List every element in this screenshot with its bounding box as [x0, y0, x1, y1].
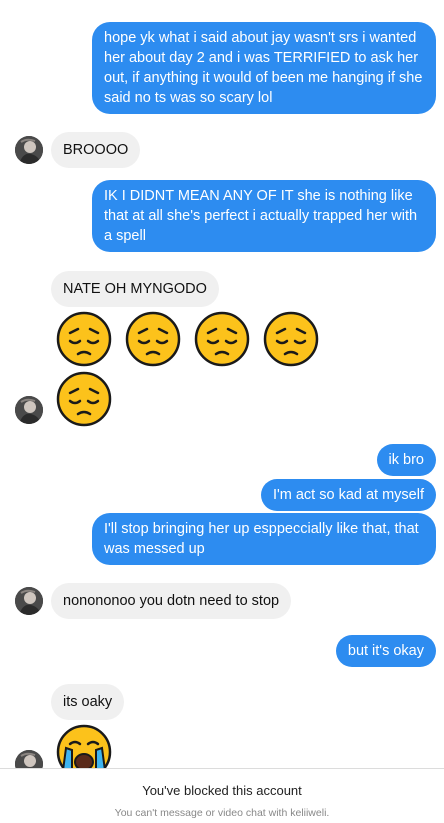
message-text: BROOOO: [63, 142, 129, 158]
pensive-face-emoji: [263, 311, 319, 367]
message-text: nonononoo you dotn need to stop: [63, 593, 280, 609]
pensive-face-emoji: [56, 371, 112, 427]
message-bubble-incoming[interactable]: NATE OH MYNGODO: [51, 271, 219, 307]
message-bubble-incoming[interactable]: nonononoo you dotn need to stop: [51, 583, 292, 619]
message-text: NATE OH MYNGODO: [63, 281, 207, 297]
message-bubble-outgoing[interactable]: I'll stop bringing her up esppeccially l…: [92, 513, 436, 565]
chat-thread[interactable]: hope yk what i said about jay wasn't srs…: [0, 0, 444, 768]
message-text: IK I DIDNT MEAN ANY OF IT she is nothing…: [104, 188, 418, 244]
message-text: ik bro: [388, 452, 424, 468]
pensive-face-emoji: [194, 311, 250, 367]
message-text: its oaky: [63, 694, 113, 710]
message-bubble-outgoing[interactable]: IK I DIDNT MEAN ANY OF IT she is nothing…: [92, 180, 436, 252]
message-bubble-outgoing[interactable]: ik bro: [376, 444, 436, 476]
message-bubble-outgoing[interactable]: I'm act so kad at myself: [260, 479, 436, 511]
message-text: I'll stop bringing her up esppeccially l…: [104, 521, 419, 557]
message-bubble-outgoing[interactable]: hope yk what i said about jay wasn't srs…: [92, 22, 436, 114]
contact-avatar[interactable]: [15, 136, 43, 164]
contact-avatar[interactable]: [15, 750, 43, 768]
contact-avatar[interactable]: [15, 396, 43, 424]
blocked-title: You've blocked this account: [142, 783, 302, 798]
pensive-face-emoji: [125, 311, 181, 367]
blocked-subtitle: You can't message or video chat with kel…: [114, 807, 330, 819]
message-text: but it's okay: [347, 643, 424, 659]
pensive-face-emoji: [56, 311, 112, 367]
message-bubble-incoming[interactable]: its oaky: [51, 684, 125, 720]
message-text: I'm act so kad at myself: [272, 487, 424, 503]
loudly-crying-face-emoji: [56, 724, 112, 768]
blocked-account-footer: You've blocked this account You can't me…: [0, 768, 444, 823]
message-bubble-incoming[interactable]: BROOOO: [51, 132, 141, 168]
contact-avatar[interactable]: [15, 587, 43, 615]
message-text: hope yk what i said about jay wasn't srs…: [104, 30, 423, 106]
message-bubble-outgoing[interactable]: but it's okay: [335, 635, 436, 667]
